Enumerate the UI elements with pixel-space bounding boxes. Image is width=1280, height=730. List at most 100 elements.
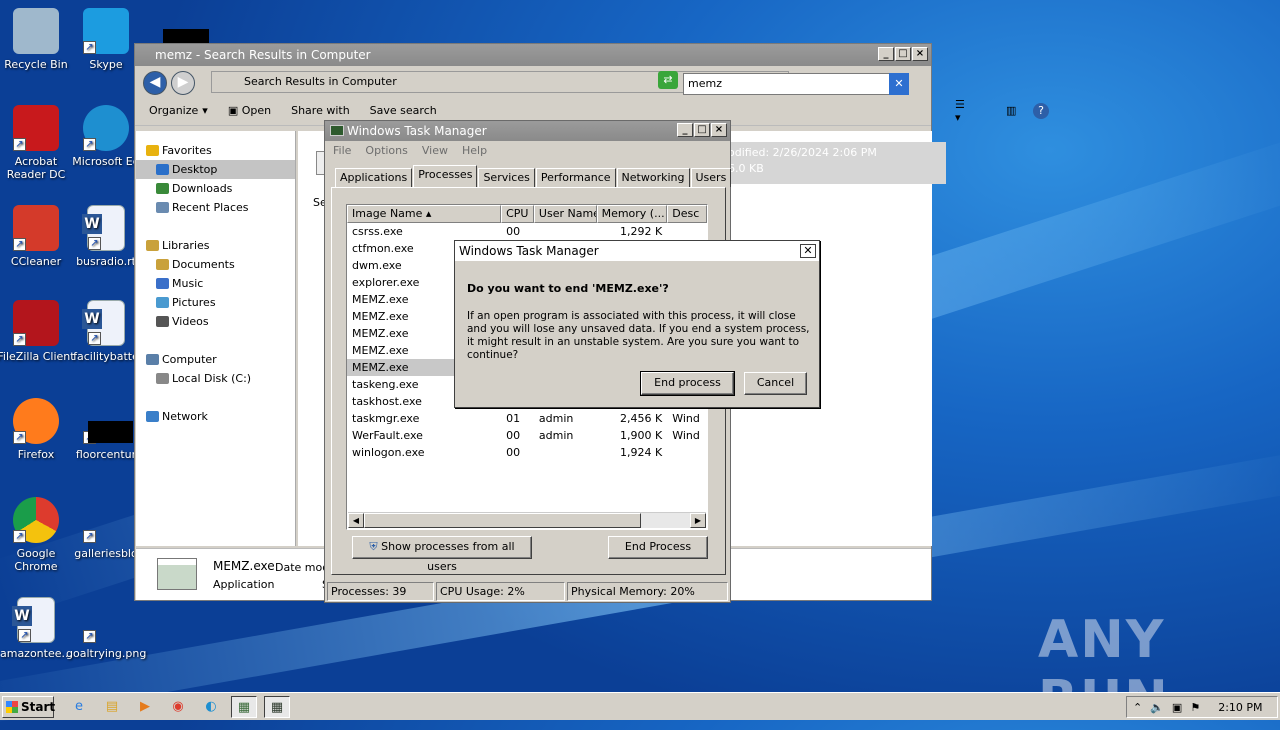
close-button[interactable]: × — [711, 123, 727, 137]
share-with-button[interactable]: Share with — [291, 104, 350, 117]
nav-item-music[interactable]: Music — [136, 274, 295, 293]
tab-applications[interactable]: Applications — [335, 168, 413, 187]
process-cell: 00 — [506, 225, 521, 238]
scroll-left-icon[interactable]: ◀ — [348, 513, 364, 528]
clock[interactable]: 2:10 PM — [1218, 701, 1262, 714]
explorer-icon[interactable]: ▤ — [99, 696, 125, 718]
end-process-button[interactable]: End Process — [608, 536, 708, 559]
desktop-icon-label: amazontee... — [0, 647, 72, 660]
edge-icon[interactable]: ◐ — [198, 696, 224, 718]
column-header[interactable]: Image Name ▴ — [347, 205, 502, 223]
desktop-icon[interactable]: W ↗ amazontee... — [0, 597, 76, 660]
preview-pane-icon[interactable]: ▥ — [1006, 104, 1016, 117]
flag-icon[interactable]: ⚑ — [1190, 701, 1200, 714]
minimize-button[interactable]: _ — [878, 47, 894, 61]
menu-options[interactable]: Options — [365, 144, 407, 158]
nav-item-recent-places[interactable]: Recent Places — [136, 198, 295, 217]
search-input[interactable]: memz ✕ — [683, 73, 909, 95]
process-row[interactable]: taskmgr.exe 01 admin 2,456 K Wind — [347, 410, 707, 427]
word-doc-icon: W ↗ — [12, 597, 55, 643]
process-cell: admin — [538, 412, 574, 425]
nav-item-downloads[interactable]: Downloads — [136, 179, 295, 198]
process-cell: 1,900 K — [620, 429, 663, 442]
scroll-thumb[interactable] — [364, 513, 641, 528]
task-manager-titlebar[interactable]: Windows Task Manager _ □ × — [325, 121, 730, 141]
tab-networking[interactable]: Networking — [616, 168, 690, 187]
column-header[interactable]: Memory (... — [596, 205, 668, 223]
maximize-button[interactable]: □ — [895, 47, 911, 61]
process-cell: 00 — [506, 446, 521, 459]
column-header[interactable]: CPU — [501, 205, 534, 223]
process-cell: 1,292 K — [620, 225, 663, 238]
process-row[interactable]: csrss.exe 00 1,292 K — [347, 223, 707, 240]
dialog-titlebar[interactable]: Windows Task Manager — [455, 241, 819, 262]
tab-services[interactable]: Services — [478, 168, 535, 187]
tab-strip: Applications Processes Services Performance… — [335, 165, 732, 187]
start-button[interactable]: Start — [2, 696, 55, 718]
nav-item-libraries[interactable]: Libraries — [136, 236, 295, 255]
desktop-icon[interactable]: ↗ FileZilla Client — [0, 300, 76, 363]
task-manager-icon[interactable]: ▦ — [231, 696, 257, 718]
chrome-icon[interactable]: ◉ — [165, 696, 191, 718]
horizontal-scrollbar[interactable]: ◀ ▶ — [348, 512, 706, 528]
nav-item-videos[interactable]: Videos — [136, 312, 295, 331]
end-process-dialog[interactable]: Windows Task Manager ✕ Do you want to en… — [454, 240, 820, 408]
process-cell — [667, 223, 707, 240]
nav-item-pictures[interactable]: Pictures — [136, 293, 295, 312]
menu-file[interactable]: File — [333, 144, 351, 158]
close-button[interactable]: × — [912, 47, 928, 61]
taskbar: Start e ▤ ▶ ◉ ◐ ▦ ▦ ⌃ 🔈 ▣ ⚑ 2:10 PM — [0, 692, 1280, 720]
minimize-button[interactable]: _ — [677, 123, 693, 137]
desktop-icon[interactable]: Recycle Bin — [0, 8, 76, 71]
help-icon[interactable]: ? — [1033, 102, 1049, 119]
forward-button[interactable]: ▶ — [171, 71, 195, 95]
process-row[interactable]: WerFault.exe 00 admin 1,900 K Wind — [347, 427, 707, 444]
maximize-button[interactable]: □ — [694, 123, 710, 137]
nav-item-favorites[interactable]: Favorites — [136, 141, 295, 160]
search-value: memz — [688, 77, 722, 90]
volume-icon[interactable]: 🔈 — [1150, 701, 1164, 714]
organize-button[interactable]: Organize — [149, 104, 198, 117]
desktop-icon[interactable]: ↗ Firefox — [0, 398, 76, 461]
refresh-button[interactable]: ⇄ — [658, 71, 678, 89]
tray-expand-icon[interactable]: ⌃ — [1133, 701, 1142, 714]
status-memory: Physical Memory: 20% — [567, 582, 728, 601]
desktop-icon[interactable]: ↗ Acrobat Reader DC — [0, 105, 76, 181]
end-process-confirm-button[interactable]: End process — [640, 371, 735, 396]
open-button[interactable]: ▣ Open — [228, 104, 271, 117]
desktop-icon[interactable]: ↗ goaltrying.png — [66, 597, 146, 660]
nav-item-computer[interactable]: Computer — [136, 350, 295, 369]
recycle-bin-icon — [13, 8, 59, 54]
ie-icon[interactable]: e — [66, 696, 92, 718]
views-icon[interactable]: ☰ ▾ — [955, 98, 965, 124]
desktop-icon[interactable]: ↗ Google Chrome — [0, 497, 76, 573]
show-all-users-button[interactable]: ⛨ Show processes from all users — [352, 536, 532, 573]
black-redaction — [88, 421, 133, 443]
process-row[interactable]: winlogon.exe 00 1,924 K — [347, 444, 707, 461]
tab-processes[interactable]: Processes — [413, 165, 478, 187]
menu-view[interactable]: View — [422, 144, 448, 158]
nav-item-desktop[interactable]: Desktop — [136, 160, 295, 179]
column-header[interactable]: User Name — [533, 205, 597, 223]
cancel-button[interactable]: Cancel — [744, 372, 807, 395]
column-header[interactable]: Desc — [667, 205, 707, 223]
nav-item-documents[interactable]: Documents — [136, 255, 295, 274]
network-icon[interactable]: ▣ — [1172, 701, 1182, 714]
tab-performance[interactable]: Performance — [535, 168, 616, 187]
explorer-titlebar[interactable]: memz - Search Results in Computer _ □ × — [135, 44, 931, 66]
desktop-icon[interactable]: ↗ CCleaner — [0, 205, 76, 268]
menu-help[interactable]: Help — [462, 144, 487, 158]
dialog-close-icon[interactable]: ✕ — [800, 244, 816, 258]
word-doc-icon: W ↗ — [82, 205, 125, 251]
music-icon — [156, 278, 169, 289]
documents-icon — [156, 259, 169, 270]
task-manager-active-icon[interactable]: ▦ — [264, 696, 290, 718]
scroll-right-icon[interactable]: ▶ — [690, 513, 706, 528]
nav-item-local-disk-c[interactable]: Local Disk (C:) — [136, 369, 295, 388]
back-button[interactable]: ◀ — [143, 71, 167, 95]
save-search-button[interactable]: Save search — [370, 104, 437, 117]
clear-search-icon[interactable]: ✕ — [889, 73, 909, 95]
tab-users[interactable]: Users — [690, 168, 732, 187]
media-player-icon[interactable]: ▶ — [132, 696, 158, 718]
nav-item-network[interactable]: Network — [136, 407, 295, 426]
